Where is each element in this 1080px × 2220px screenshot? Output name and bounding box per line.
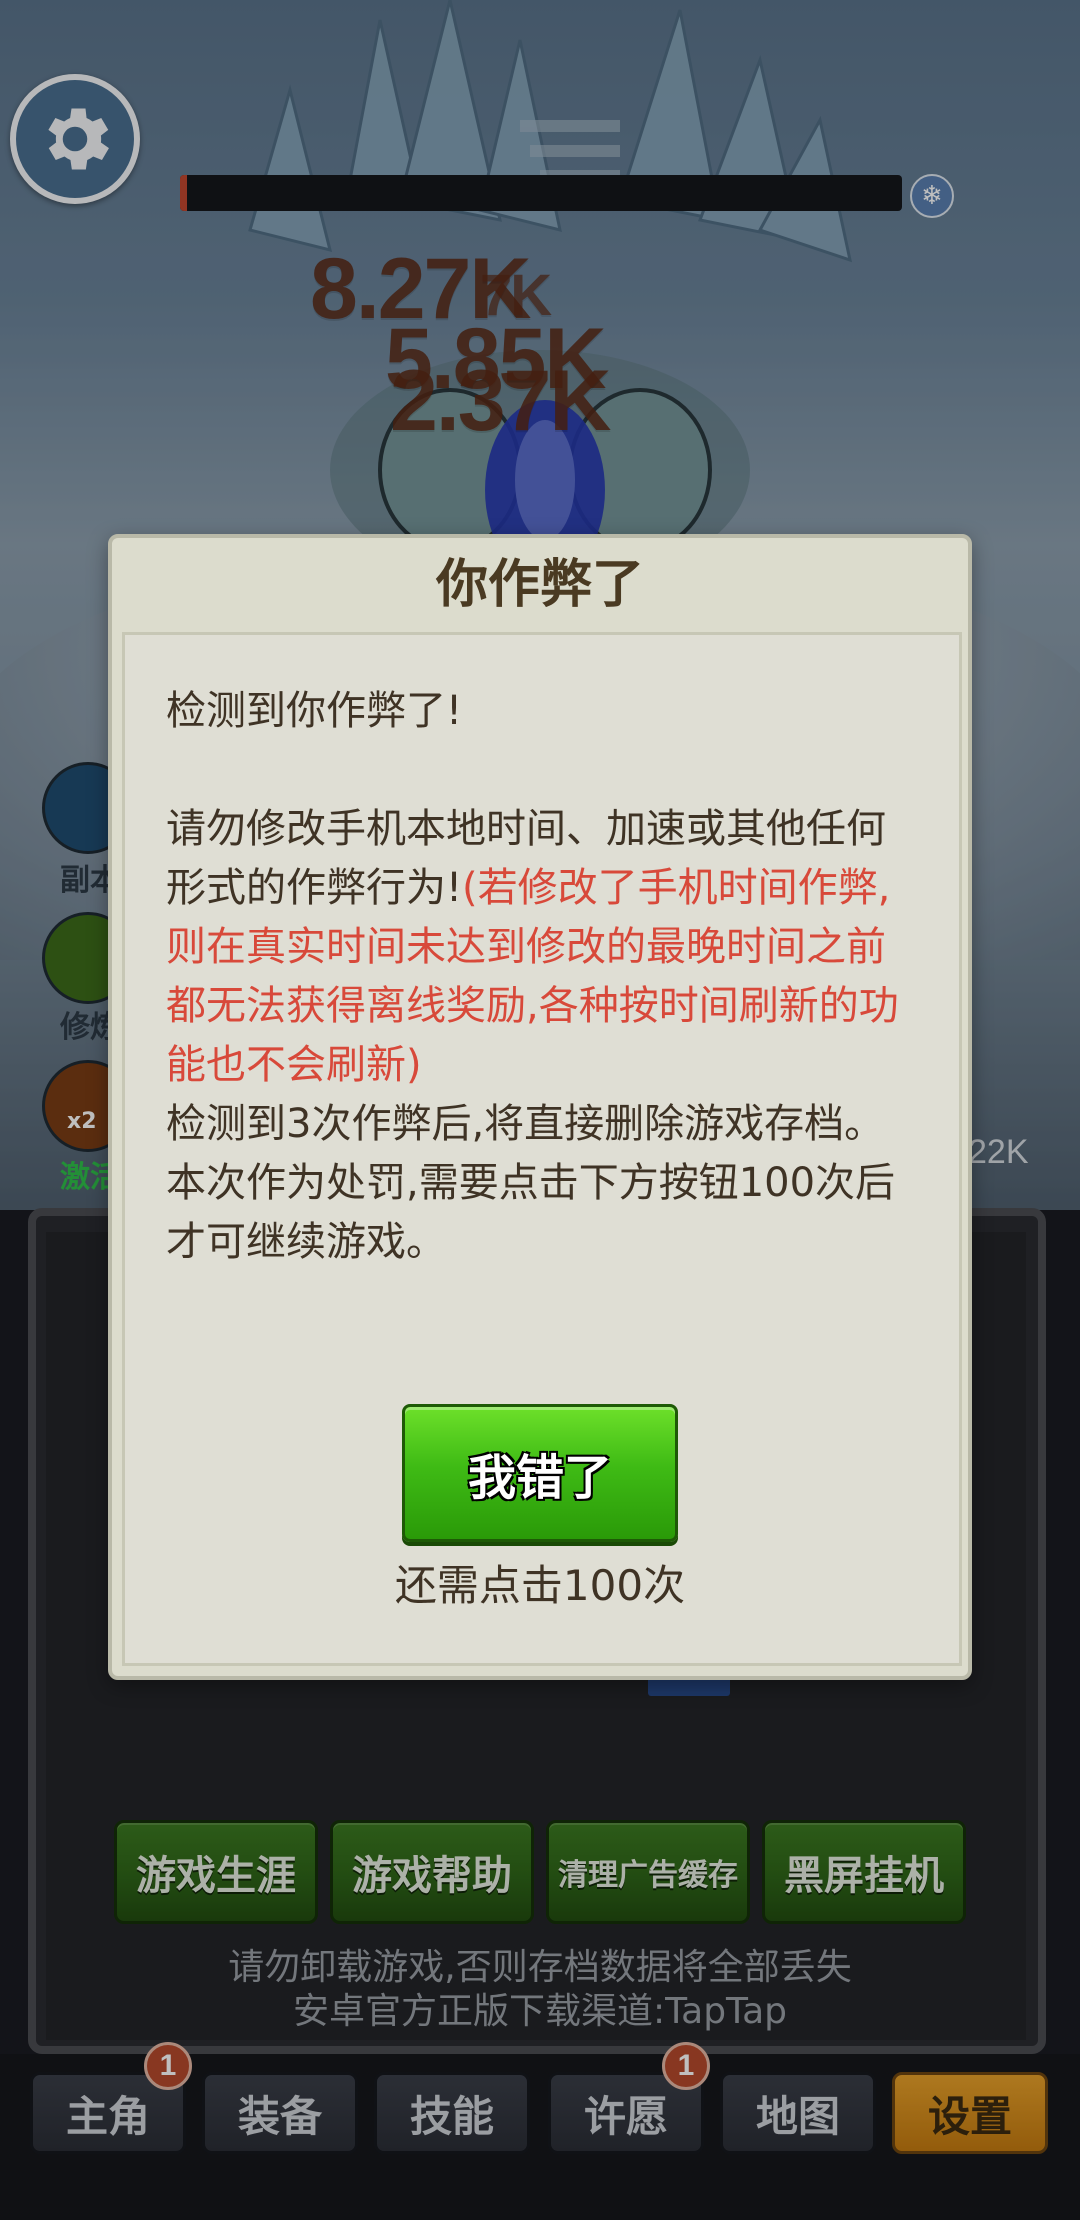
remaining-clicks-label: 还需点击100次 [394,1561,686,1610]
penalty-line: 本次作为处罚,需要点击下方按钮100次后才可继续游戏。 [166,1160,896,1265]
detect-line: 检测到你作弊了! [166,688,463,734]
delete-warning-line: 检测到3次作弊后,将直接删除游戏存档。 [166,1101,885,1147]
confirm-button[interactable]: 我错了 [402,1404,678,1542]
dialog-title: 你作弊了 [435,555,644,615]
rule-paragraph: 请勿修改手机本地时间、加速或其他任何形式的作弊行为!(若修改了手机时间作弊,则在… [166,800,906,1095]
dialog-message: 检测到你作弊了! 请勿修改手机本地时间、加速或其他任何形式的作弊行为!(若修改了… [166,682,906,1272]
